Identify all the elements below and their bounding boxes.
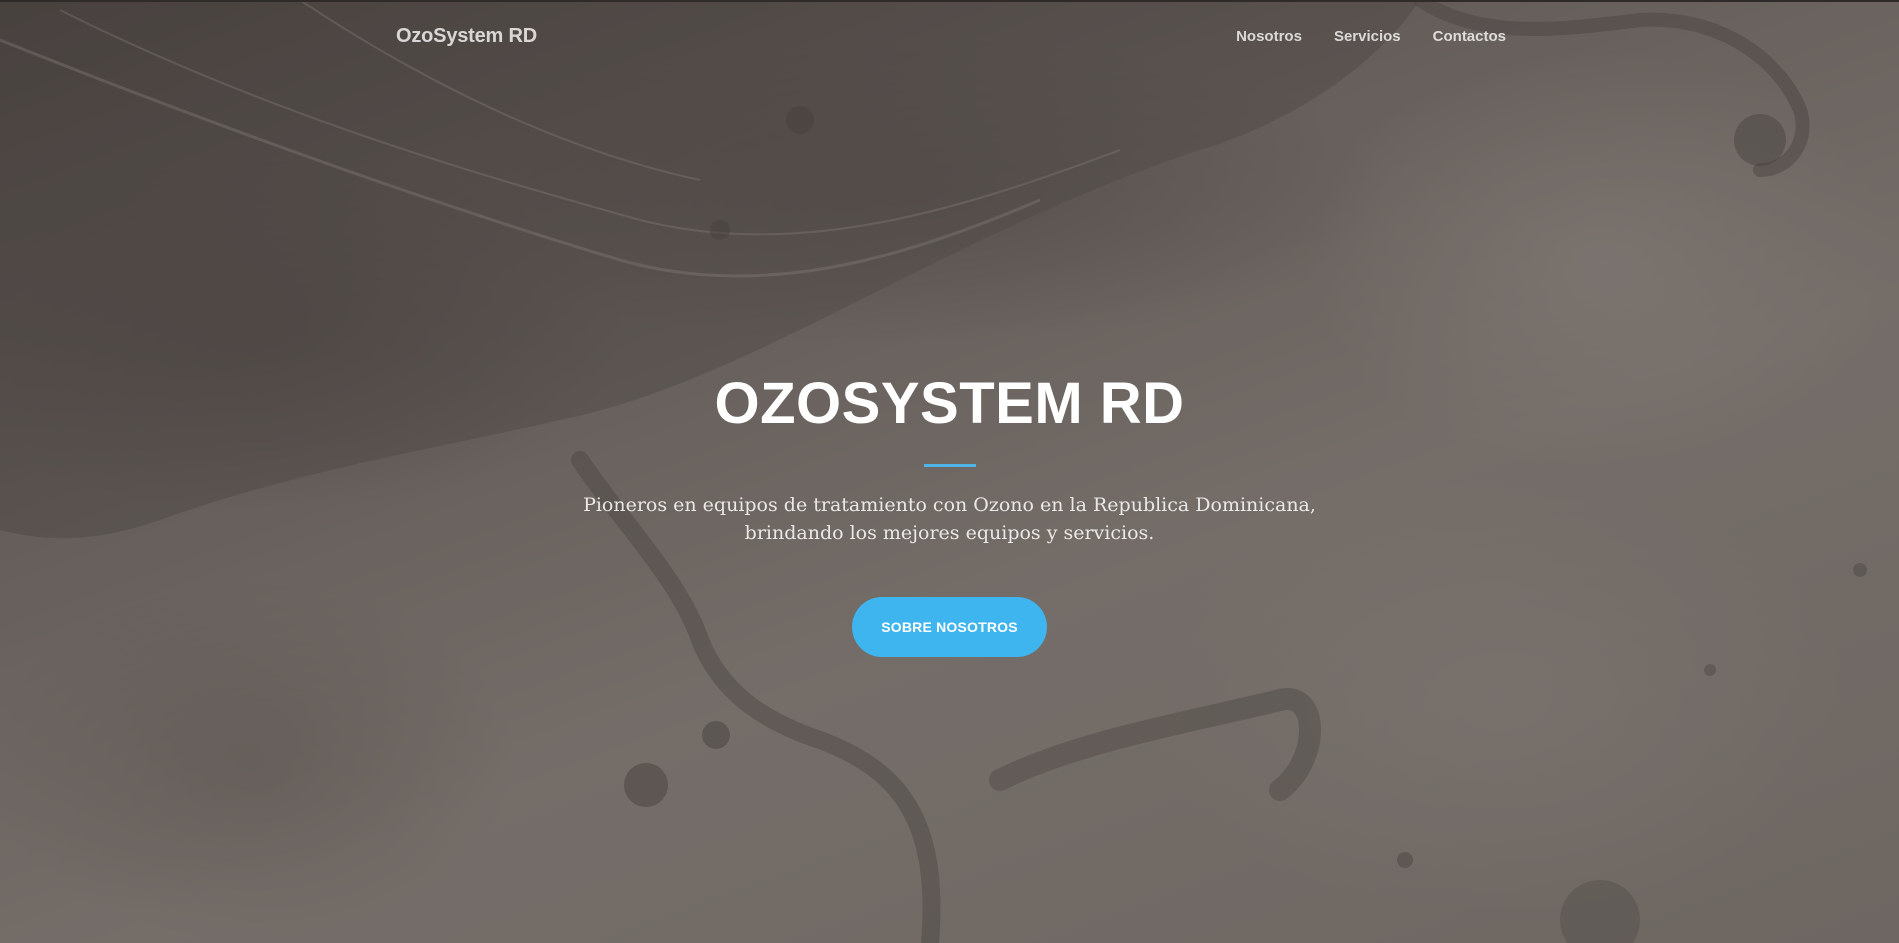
nav-links: Nosotros Servicios Contactos xyxy=(1236,28,1506,45)
hero-subtitle-line-2: brindando los mejores equipos y servicio… xyxy=(744,522,1155,544)
nav-link-servicios[interactable]: Servicios xyxy=(1334,28,1401,45)
title-divider xyxy=(923,464,976,467)
nav-link-nosotros[interactable]: Nosotros xyxy=(1236,28,1302,45)
hero-title: OZOSYSTEM RD xyxy=(714,371,1185,436)
nav-link-contactos[interactable]: Contactos xyxy=(1433,28,1506,45)
hero-subtitle: Pioneros en equipos de tratamiento con O… xyxy=(570,491,1330,547)
sobre-nosotros-button[interactable]: SOBRE NOSOTROS xyxy=(852,597,1047,657)
navbar: OzoSystem RD Nosotros Servicios Contacto… xyxy=(0,0,1899,76)
hero-content: OZOSYSTEM RD Pioneros en equipos de trat… xyxy=(0,370,1899,657)
hero-subtitle-line-1: Pioneros en equipos de tratamiento con O… xyxy=(583,494,1316,516)
brand-logo[interactable]: OzoSystem RD xyxy=(396,25,537,48)
